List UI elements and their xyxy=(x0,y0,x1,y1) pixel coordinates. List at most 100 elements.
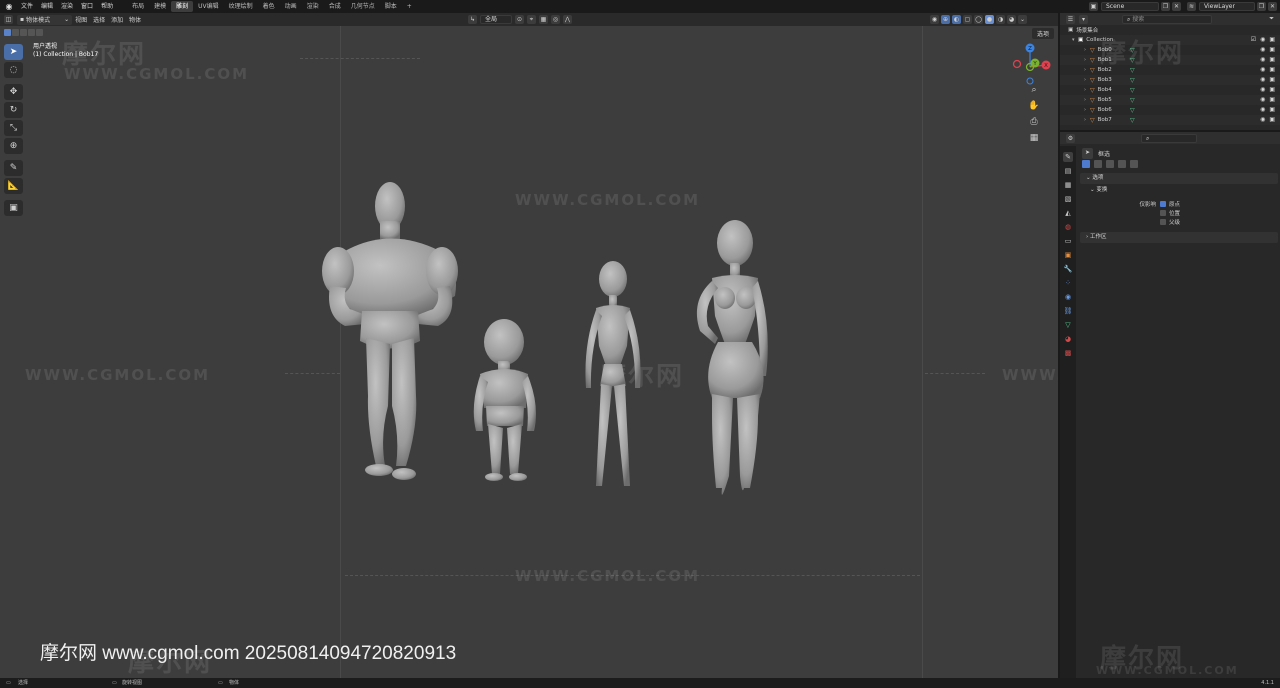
outliner-object-row[interactable]: › ▽ Bob4 ▽ ◉ ▣ xyxy=(1060,85,1280,95)
constraints-tab-icon[interactable]: ⛓ xyxy=(1063,306,1073,316)
small-boy-figure[interactable] xyxy=(473,319,536,481)
material-tab-icon[interactable]: ◕ xyxy=(1063,334,1073,344)
blender-logo-icon[interactable]: ◉ xyxy=(4,2,14,12)
eye-icon[interactable]: ◉ xyxy=(1260,116,1265,123)
add-workspace-button[interactable]: + xyxy=(402,1,417,12)
object-tab-icon[interactable]: ▣ xyxy=(1063,250,1073,260)
camera-icon[interactable]: ▣ xyxy=(1269,106,1275,113)
eye-icon[interactable]: ◉ xyxy=(1260,66,1265,73)
affect-origins-checkbox[interactable] xyxy=(1160,200,1166,207)
tool-tab-icon[interactable]: ✎ xyxy=(1063,152,1073,162)
display-mode-icon[interactable]: ▾ xyxy=(1079,14,1088,24)
tab-rendering[interactable]: 渲染 xyxy=(302,1,324,12)
view-layer-field[interactable]: ViewLayer xyxy=(1199,2,1255,11)
camera-icon[interactable]: ▣ xyxy=(1269,96,1275,103)
scene-icon[interactable]: ▣ xyxy=(1089,2,1098,11)
wireframe-shading-icon[interactable]: ◯ xyxy=(974,15,983,24)
muscular-man-figure[interactable] xyxy=(322,182,458,480)
menu-help[interactable]: 帮助 xyxy=(97,0,117,13)
pivot-icon[interactable]: ⊙ xyxy=(515,15,524,24)
data-tab-icon[interactable]: ▽ xyxy=(1063,320,1073,330)
eye-icon[interactable]: ◉ xyxy=(1260,96,1265,103)
outliner-editor-icon[interactable]: ☰ xyxy=(1066,14,1075,24)
tab-scripting[interactable]: 脚本 xyxy=(380,1,402,12)
camera-icon[interactable]: ▣ xyxy=(1269,36,1275,43)
affect-parents-checkbox[interactable] xyxy=(1160,218,1166,225)
menu-view[interactable]: 视图 xyxy=(72,15,90,24)
transform-subpanel-header[interactable]: ⌄ 变换 xyxy=(1078,185,1280,195)
options-panel-header[interactable]: ⌄ 选项 xyxy=(1080,173,1278,184)
gizmo-toggle-icon[interactable]: ⊕ xyxy=(941,15,950,24)
mode-selector[interactable]: ▪ 物体模式 ⌄ xyxy=(17,14,73,25)
eye-icon[interactable]: ◉ xyxy=(1260,56,1265,63)
select-new-icon[interactable] xyxy=(1082,160,1090,168)
world-tab-icon[interactable]: ◍ xyxy=(1063,222,1073,232)
xray-icon[interactable]: ▢ xyxy=(963,15,972,24)
tab-texture-paint[interactable]: 纹理绘制 xyxy=(224,1,258,12)
physics-tab-icon[interactable]: ◉ xyxy=(1063,292,1073,302)
orientation-icon[interactable]: ↳ xyxy=(468,15,477,24)
overlay-toggle-icon[interactable]: ◐ xyxy=(952,15,961,24)
menu-object[interactable]: 物体 xyxy=(126,15,144,24)
editor-type-icon[interactable]: ◫ xyxy=(4,15,13,24)
camera-icon[interactable]: ▣ xyxy=(1269,56,1275,63)
outliner-object-row[interactable]: › ▽ Bob6 ▽ ◉ ▣ xyxy=(1060,105,1280,115)
view-layer-copy-icon[interactable]: ❐ xyxy=(1257,2,1266,11)
visibility-icon[interactable]: ◉ xyxy=(930,15,939,24)
tab-layout[interactable]: 布局 xyxy=(127,1,149,12)
camera-icon[interactable]: ▣ xyxy=(1269,66,1275,73)
snap-target-icon[interactable]: ▦ xyxy=(539,15,548,24)
view-layer-close-icon[interactable]: ✕ xyxy=(1268,2,1277,11)
tab-compositing[interactable]: 合成 xyxy=(324,1,346,12)
particles-tab-icon[interactable]: ⁘ xyxy=(1063,278,1073,288)
snap-icon[interactable]: ⌖ xyxy=(527,15,536,24)
collection-tab-icon[interactable]: ▭ xyxy=(1063,236,1073,246)
proportional-edit-icon[interactable]: ◎ xyxy=(551,15,560,24)
camera-icon[interactable]: ▣ xyxy=(1269,46,1275,53)
menu-add[interactable]: 添加 xyxy=(108,15,126,24)
eye-icon[interactable]: ◉ xyxy=(1260,76,1265,83)
menu-edit[interactable]: 编辑 xyxy=(37,0,57,13)
tab-sculpting[interactable]: 雕刻 xyxy=(171,1,194,12)
tab-modeling[interactable]: 建模 xyxy=(149,1,171,12)
outliner-search-input[interactable]: ⌕ 搜索 xyxy=(1122,14,1212,24)
solid-shading-icon[interactable]: ● xyxy=(985,15,994,24)
view-layer-tab-icon[interactable]: ▧ xyxy=(1063,194,1073,204)
affect-locations-checkbox[interactable] xyxy=(1160,209,1166,216)
camera-icon[interactable]: ▣ xyxy=(1269,116,1275,123)
select-extend-icon[interactable] xyxy=(1094,160,1102,168)
tab-animation[interactable]: 动画 xyxy=(280,1,302,12)
select-subtract-icon[interactable] xyxy=(1106,160,1114,168)
eye-icon[interactable]: ◉ xyxy=(1260,106,1265,113)
menu-window[interactable]: 窗口 xyxy=(77,0,97,13)
properties-search-input[interactable]: ⌕ xyxy=(1141,133,1197,143)
select-intersect-icon[interactable] xyxy=(1130,160,1138,168)
tab-uv-editing[interactable]: UV编辑 xyxy=(193,1,224,12)
falloff-icon[interactable]: ⋀ xyxy=(563,15,572,24)
select-box-tool-icon[interactable]: ➤ xyxy=(1082,147,1093,159)
checkbox-icon[interactable]: ☑ xyxy=(1251,36,1256,43)
scene-tab-icon[interactable]: ◭ xyxy=(1063,208,1073,218)
eye-icon[interactable]: ◉ xyxy=(1260,36,1265,43)
rendered-shading-icon[interactable]: ◕ xyxy=(1007,15,1016,24)
modifier-tab-icon[interactable]: 🔧 xyxy=(1063,264,1073,274)
tab-shading[interactable]: 着色 xyxy=(258,1,280,12)
shading-options-icon[interactable]: ⌄ xyxy=(1018,15,1027,24)
orientation-dropdown[interactable]: 全局 xyxy=(480,15,512,24)
select-invert-icon[interactable] xyxy=(1118,160,1126,168)
menu-file[interactable]: 文件 xyxy=(17,0,37,13)
view-layer-icon[interactable]: ≋ xyxy=(1187,2,1196,11)
render-tab-icon[interactable]: ▤ xyxy=(1063,166,1073,176)
3d-viewport[interactable]: 摩尔网 WWW.CGMOL.COM WWW.CGMOL.COM WWW.CGMO… xyxy=(0,26,1058,678)
material-shading-icon[interactable]: ◑ xyxy=(996,15,1005,24)
scene-copy-icon[interactable]: ❐ xyxy=(1161,2,1170,11)
output-tab-icon[interactable]: ▦ xyxy=(1063,180,1073,190)
eye-icon[interactable]: ◉ xyxy=(1260,86,1265,93)
properties-editor-icon[interactable]: ⚙ xyxy=(1066,133,1075,143)
menu-select[interactable]: 选择 xyxy=(90,15,108,24)
camera-icon[interactable]: ▣ xyxy=(1269,86,1275,93)
filter-icon[interactable]: ⏷ xyxy=(1269,15,1274,23)
workspace-panel-header[interactable]: › 工作区 xyxy=(1080,232,1278,243)
eye-icon[interactable]: ◉ xyxy=(1260,46,1265,53)
camera-icon[interactable]: ▣ xyxy=(1269,76,1275,83)
